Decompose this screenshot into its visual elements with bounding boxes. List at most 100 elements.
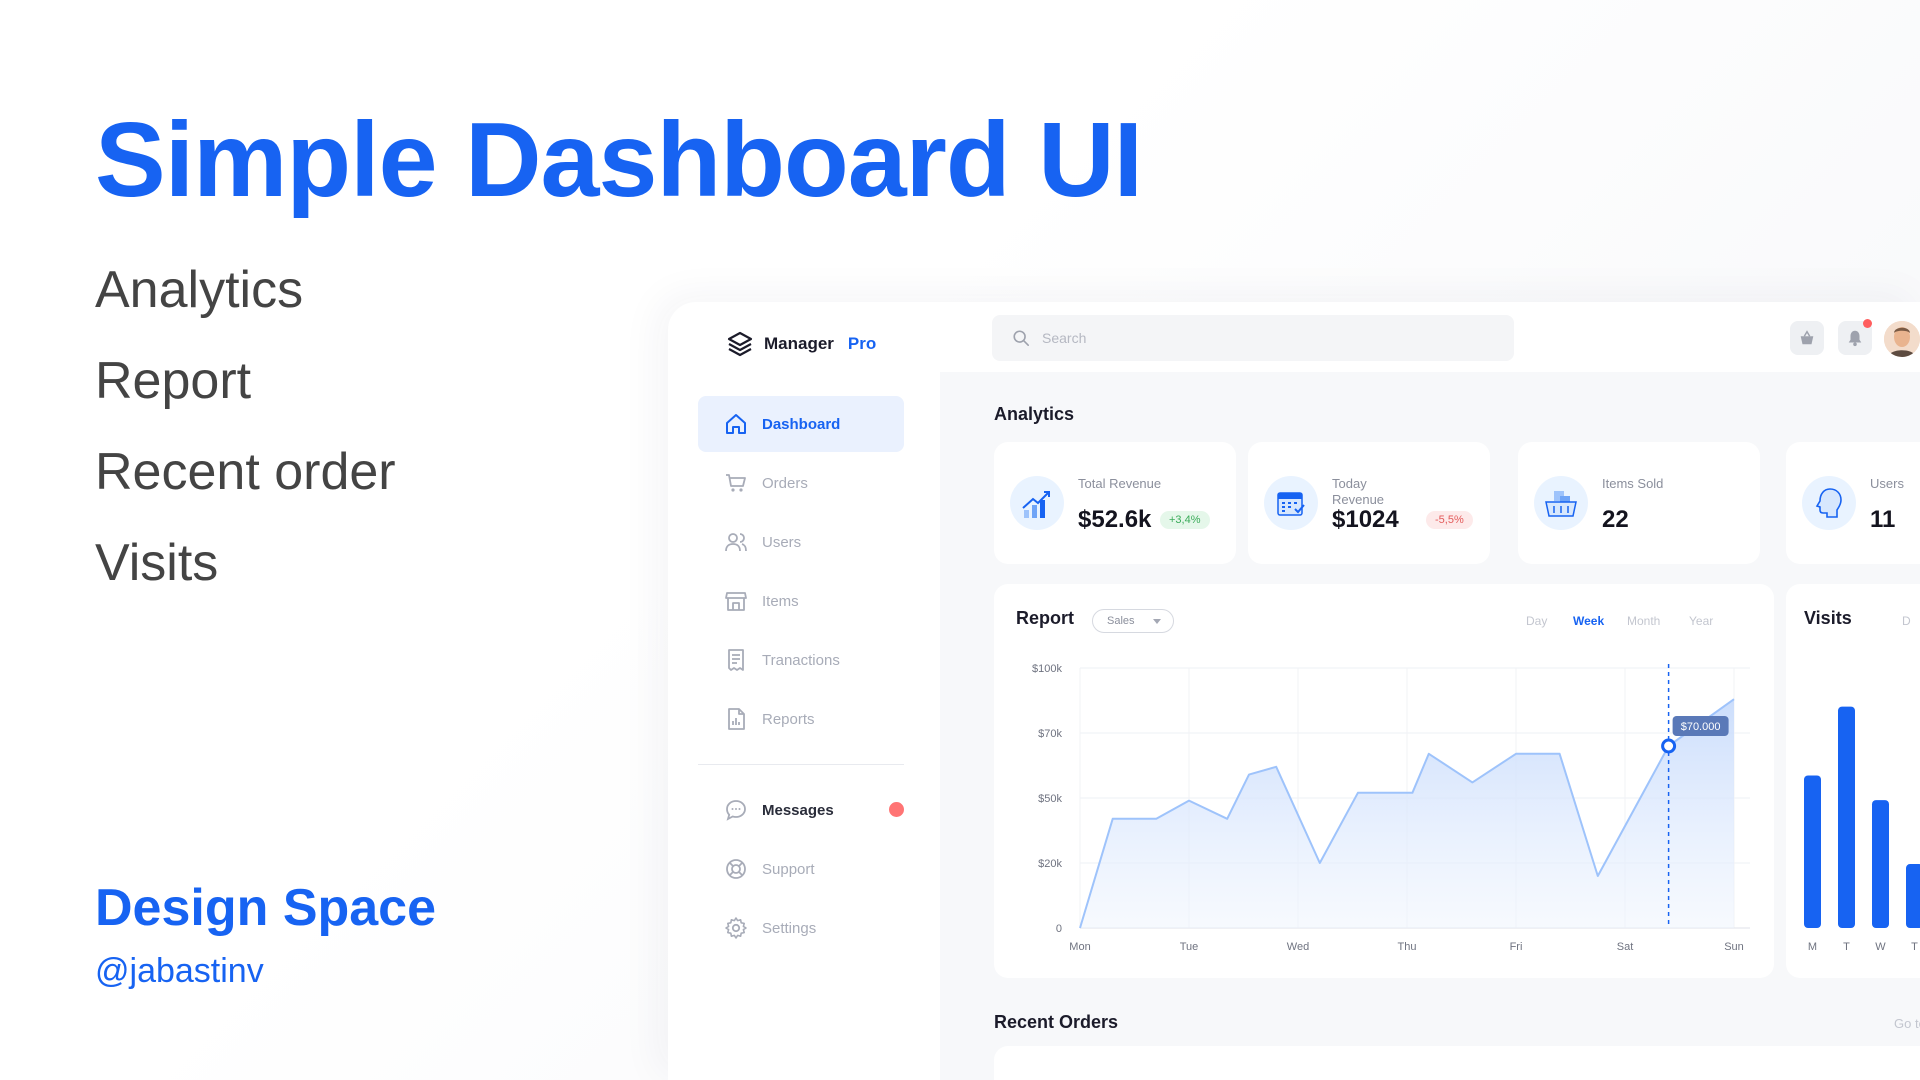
promo-title: Simple Dashboard UI — [95, 101, 1143, 219]
sidebar-item-label: Tranactions — [762, 651, 840, 669]
feature-list: Analytics Report Recent order Visits — [95, 260, 396, 624]
cart-icon — [726, 474, 746, 492]
revenue-chart-icon — [1022, 491, 1050, 518]
stat-icon — [1802, 476, 1856, 530]
stat-icon — [1010, 476, 1064, 530]
stat-card-items-sold[interactable]: Items Sold 22 — [1518, 442, 1760, 564]
stat-icon — [1264, 476, 1318, 530]
stat-value: $1024 — [1332, 506, 1399, 533]
lifebuoy-icon — [726, 859, 746, 879]
sidebar-item-support[interactable]: Support — [698, 841, 904, 897]
sidebar-item-label: Reports — [762, 710, 815, 728]
recent-orders-card — [994, 1046, 1920, 1080]
sidebar-item-transactions[interactable]: Tranactions — [698, 632, 904, 688]
x-tick-label: Thu — [1398, 941, 1417, 953]
x-tick-label: Wed — [1287, 941, 1309, 953]
stat-card-today-revenue[interactable]: Today Revenue $1024 -5,5% — [1248, 442, 1490, 564]
x-tick-label: M — [1808, 941, 1817, 953]
notifications-button[interactable] — [1838, 319, 1872, 355]
stat-label: Today Revenue — [1332, 476, 1385, 507]
range-tab-month[interactable]: Month — [1627, 614, 1660, 628]
brand-name: Design Space — [95, 879, 437, 937]
layers-icon — [727, 331, 753, 357]
y-tick-label: $70k — [1038, 728, 1062, 740]
feature-item: Analytics — [95, 261, 304, 319]
range-tab-day[interactable]: Day — [1526, 614, 1547, 628]
y-tick-label: $20k — [1038, 858, 1062, 870]
visits-bar — [1872, 800, 1889, 928]
range-tab-week[interactable]: Week — [1573, 614, 1604, 628]
sales-dropdown[interactable]: Sales — [1092, 609, 1174, 633]
search-icon — [1013, 330, 1030, 347]
home-icon — [726, 414, 746, 434]
sidebar-item-users[interactable]: Users — [698, 514, 904, 570]
dropdown-value: Sales — [1107, 615, 1135, 627]
stat-label: Total Revenue — [1078, 476, 1162, 491]
visits-bar — [1906, 864, 1920, 928]
recent-orders-title: Recent Orders — [994, 1012, 1119, 1032]
feature-item: Visits — [95, 534, 219, 592]
head-icon — [1815, 488, 1842, 518]
unread-dot — [889, 802, 904, 817]
basket-icon — [1545, 491, 1577, 517]
shop-button[interactable] — [1790, 321, 1824, 355]
stat-card-users[interactable]: Users 11 — [1786, 442, 1920, 564]
x-tick-label: Fri — [1510, 941, 1523, 953]
x-tick-label: Tue — [1180, 941, 1199, 953]
sidebar-item-label: Messages — [762, 801, 834, 819]
bell-icon — [1848, 330, 1862, 347]
go-to-orders-link[interactable]: Go to Orders — [1894, 1016, 1920, 1031]
y-tick-label: $100k — [1032, 663, 1062, 675]
report-chart: 0 $20k $50k $70k $100k Mon Tue Wed Thu Fri Sat Sun $… — [1032, 663, 1750, 953]
x-tick-label: W — [1875, 941, 1886, 953]
stat-value: 11 — [1870, 506, 1896, 533]
report-icon — [728, 708, 745, 730]
x-tick-label: Sun — [1724, 941, 1744, 953]
brand-handle: @jabastinv — [95, 952, 264, 990]
dashboard-app: Manager Pro Dashboard Orders Users Items … — [668, 302, 1920, 1080]
calendar-icon — [1277, 492, 1305, 516]
chat-icon — [726, 800, 746, 821]
range-tab-year[interactable]: Year — [1689, 614, 1713, 628]
sidebar-item-messages[interactable]: Messages — [698, 782, 904, 838]
sidebar-item-items[interactable]: Items — [698, 573, 904, 629]
top-bar — [940, 302, 1920, 372]
sidebar-item-label: Dashboard — [762, 415, 841, 433]
stat-card-total-revenue[interactable]: Total Revenue $52.6k +3,4% — [994, 442, 1236, 564]
sidebar-item-label: Support — [762, 860, 815, 878]
visits-range-tab[interactable]: D — [1902, 614, 1911, 628]
feature-item: Report — [95, 352, 252, 410]
stat-label: Items Sold — [1602, 476, 1664, 491]
visits-bar — [1838, 706, 1855, 928]
store-icon — [725, 592, 747, 611]
app-logo[interactable]: Manager Pro — [726, 330, 876, 358]
avatar[interactable] — [1884, 321, 1920, 357]
search-box[interactable] — [992, 315, 1514, 361]
feature-item: Recent order — [95, 443, 396, 501]
visits-bar — [1804, 775, 1821, 928]
visits-chart: MTWT — [1804, 706, 1920, 953]
change-badge: +3,4% — [1160, 511, 1210, 529]
chevron-down-icon — [1153, 619, 1161, 624]
x-tick-label: T — [1911, 941, 1918, 953]
nav-divider — [698, 764, 904, 765]
y-tick-label: 0 — [1056, 923, 1062, 935]
sidebar-item-settings[interactable]: Settings — [698, 900, 904, 956]
sidebar-item-dashboard[interactable]: Dashboard — [698, 396, 904, 452]
sidebar-item-orders[interactable]: Orders — [698, 455, 904, 511]
stat-label: Users — [1870, 476, 1904, 491]
sidebar-item-reports[interactable]: Reports — [698, 691, 904, 747]
visits-card: M T W T Visits D — [1786, 584, 1920, 978]
sidebar-item-label: Items — [762, 592, 799, 610]
report-title: Report — [1016, 608, 1074, 628]
sidebar-item-label: Settings — [762, 919, 817, 937]
visits-title: Visits — [1804, 608, 1852, 628]
stat-value: $52.6k — [1078, 506, 1152, 533]
stat-value: 22 — [1602, 506, 1629, 533]
highlight-point — [1661, 738, 1677, 754]
logo-accent: Pro — [847, 334, 877, 353]
users-icon — [725, 533, 747, 552]
sidebar: Manager Pro Dashboard Orders Users Items … — [668, 302, 940, 1080]
report-card: 0 $20k $50k $70k $100k Mon Tue Wed Thu Fri Sat Sun $… — [994, 584, 1774, 978]
search-input[interactable] — [1042, 330, 1482, 346]
